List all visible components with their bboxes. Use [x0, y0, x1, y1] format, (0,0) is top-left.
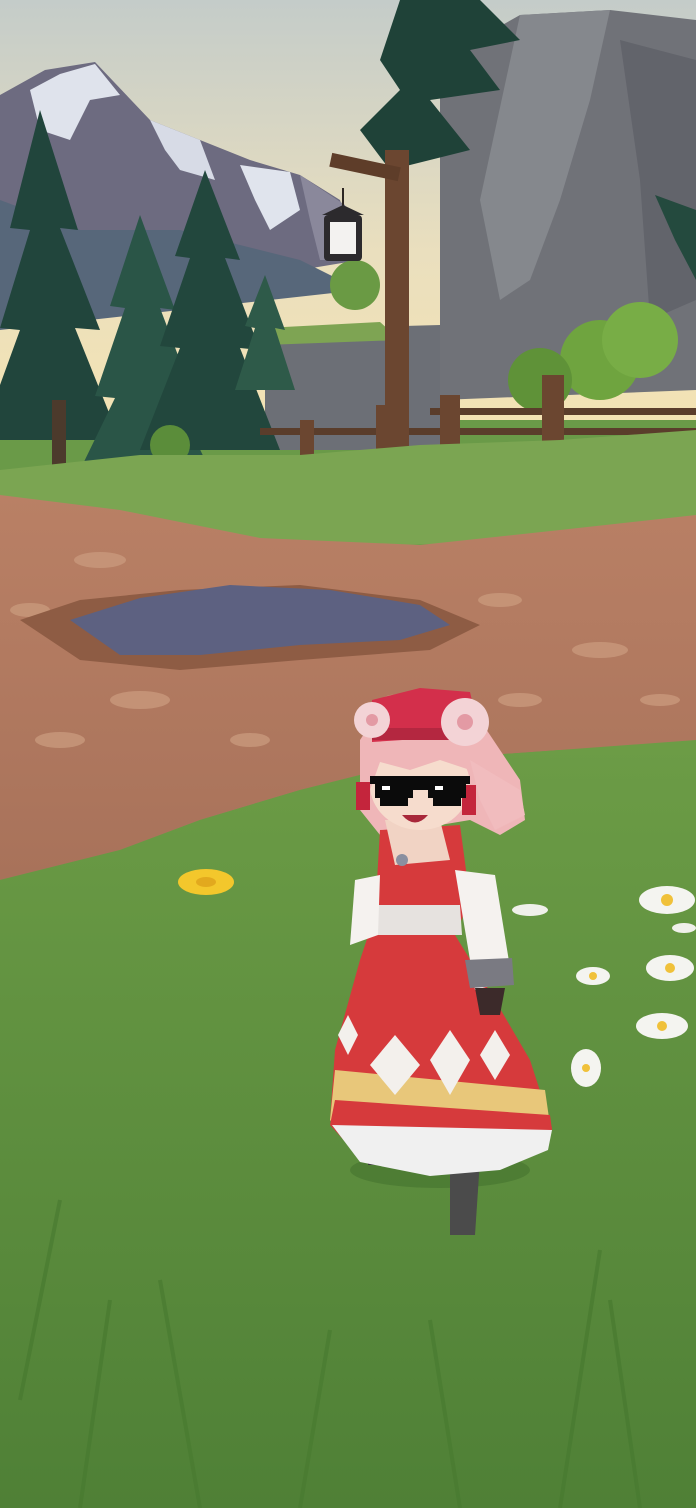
game-viewport[interactable]: [0, 0, 696, 1508]
game-scene[interactable]: [0, 0, 696, 1508]
dandelion-icon: [178, 869, 234, 895]
